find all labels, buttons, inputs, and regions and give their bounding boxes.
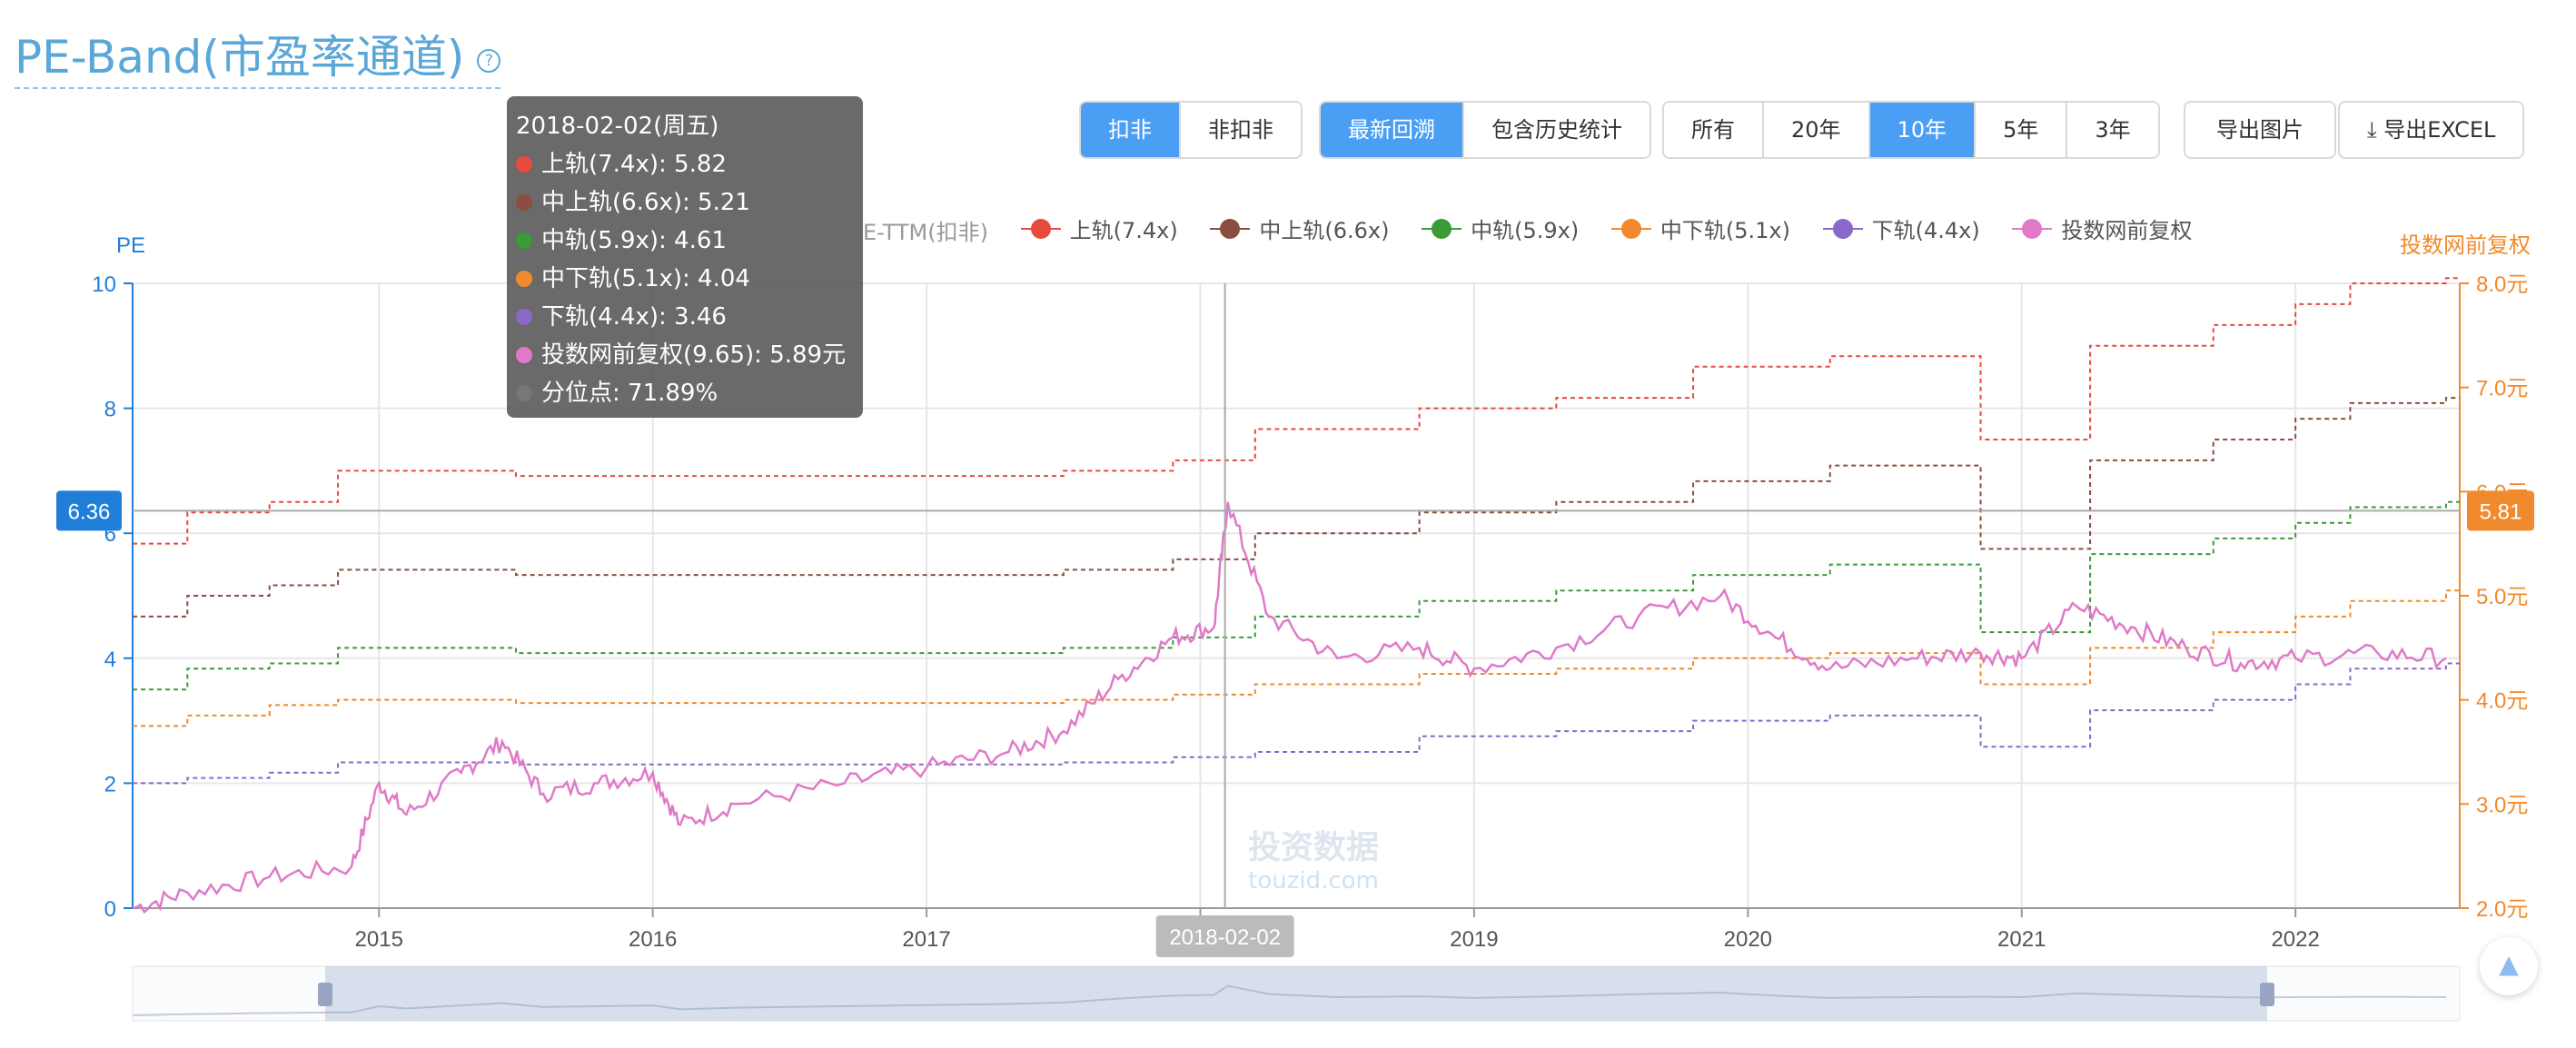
tooltip-row-middle: 中轨(5.9x): 4.61 [516, 222, 854, 260]
tooltip-text-mid-lower: 中下轨(5.1x): 4.04 [541, 265, 750, 292]
x-tick-label: 2019 [1450, 927, 1498, 952]
tooltip-dot-upper [516, 156, 532, 173]
y-right-tick-label: 2.0元 [2476, 897, 2528, 922]
watermark-main: 投资数据 [1248, 829, 1380, 866]
y-left-tick-label: 8 [104, 398, 116, 422]
y-right-axis-label: 投数网前复权 [2400, 233, 2531, 258]
y-left-tick-label: 0 [104, 897, 116, 922]
zoom-selection [325, 966, 2267, 1021]
y-left-axis-label: PE [116, 233, 145, 258]
tooltip-date: 2018-02-02(周五) [516, 113, 719, 140]
y-right-tick-label: 3.0元 [2476, 793, 2528, 817]
x-tick-label: 2017 [902, 927, 950, 952]
arrow-up-icon: ▲ [2499, 949, 2519, 979]
x-tick-label: 2021 [1997, 927, 2046, 952]
watermark-sub: touzid.com [1248, 867, 1379, 895]
tooltip-dot-percentile [516, 385, 532, 401]
x-tick-label: 2015 [355, 927, 403, 952]
band-line-下轨(4.4x) [133, 662, 2460, 785]
crosshair-x-label: 2018-02-02 [1169, 925, 1281, 950]
crosshair-right-value: 5.81 [2480, 499, 2522, 524]
band-line-中上轨(6.6x) [133, 397, 2460, 618]
tooltip-text-percentile: 分位点: 71.89% [541, 380, 718, 407]
zoom-handle-left [318, 983, 332, 1006]
tooltip-row-lower: 下轨(4.4x): 3.46 [516, 298, 854, 336]
x-tick-label: 2016 [629, 927, 677, 952]
tooltip-text-middle: 中轨(5.9x): 4.61 [541, 227, 727, 254]
y-left-tick-label: 10 [92, 272, 116, 297]
tooltip-row-price: 投数网前复权(9.65): 5.89元 [516, 336, 854, 374]
tooltip-text-price: 投数网前复权(9.65): 5.89元 [541, 341, 847, 369]
chart-tooltip: 2018-02-02(周五) 上轨(7.4x): 5.82 中上轨(6.6x):… [507, 96, 863, 418]
tooltip-dot-mid-upper [516, 194, 532, 211]
tooltip-dot-mid-lower [516, 271, 532, 287]
tooltip-row-mid-upper: 中上轨(6.6x): 5.21 [516, 183, 854, 222]
band-line-中轨(5.9x) [133, 500, 2460, 691]
y-left-tick-label: 4 [104, 648, 116, 672]
tooltip-dot-price [516, 347, 532, 363]
tooltip-row-upper: 上轨(7.4x): 5.82 [516, 145, 854, 183]
x-tick-label: 2020 [1724, 927, 1772, 952]
y-right-tick-label: 5.0元 [2476, 585, 2528, 609]
band-line-上轨(7.4x) [133, 277, 2460, 545]
back-to-top-button[interactable]: ▲ [2480, 937, 2538, 995]
tooltip-text-mid-upper: 中上轨(6.6x): 5.21 [541, 189, 750, 216]
x-tick-label: 2022 [2271, 927, 2319, 952]
y-right-tick-label: 8.0元 [2476, 272, 2528, 297]
y-left-tick-label: 2 [104, 772, 116, 796]
watermark: 投资数据 touzid.com [1248, 832, 1379, 897]
tooltip-row-percentile: 分位点: 71.89% [516, 374, 854, 412]
tooltip-text-lower: 下轨(4.4x): 3.46 [541, 303, 727, 331]
y-right-tick-label: 7.0元 [2476, 377, 2528, 401]
tooltip-dot-lower [516, 309, 532, 325]
zoom-handle-right [2260, 983, 2274, 1006]
y-right-tick-label: 4.0元 [2476, 689, 2528, 714]
tooltip-text-upper: 上轨(7.4x): 5.82 [541, 151, 727, 178]
tooltip-dot-middle [516, 232, 532, 249]
crosshair-left-value: 6.36 [68, 499, 111, 524]
tooltip-row-mid-lower: 中下轨(5.1x): 4.04 [516, 260, 854, 298]
